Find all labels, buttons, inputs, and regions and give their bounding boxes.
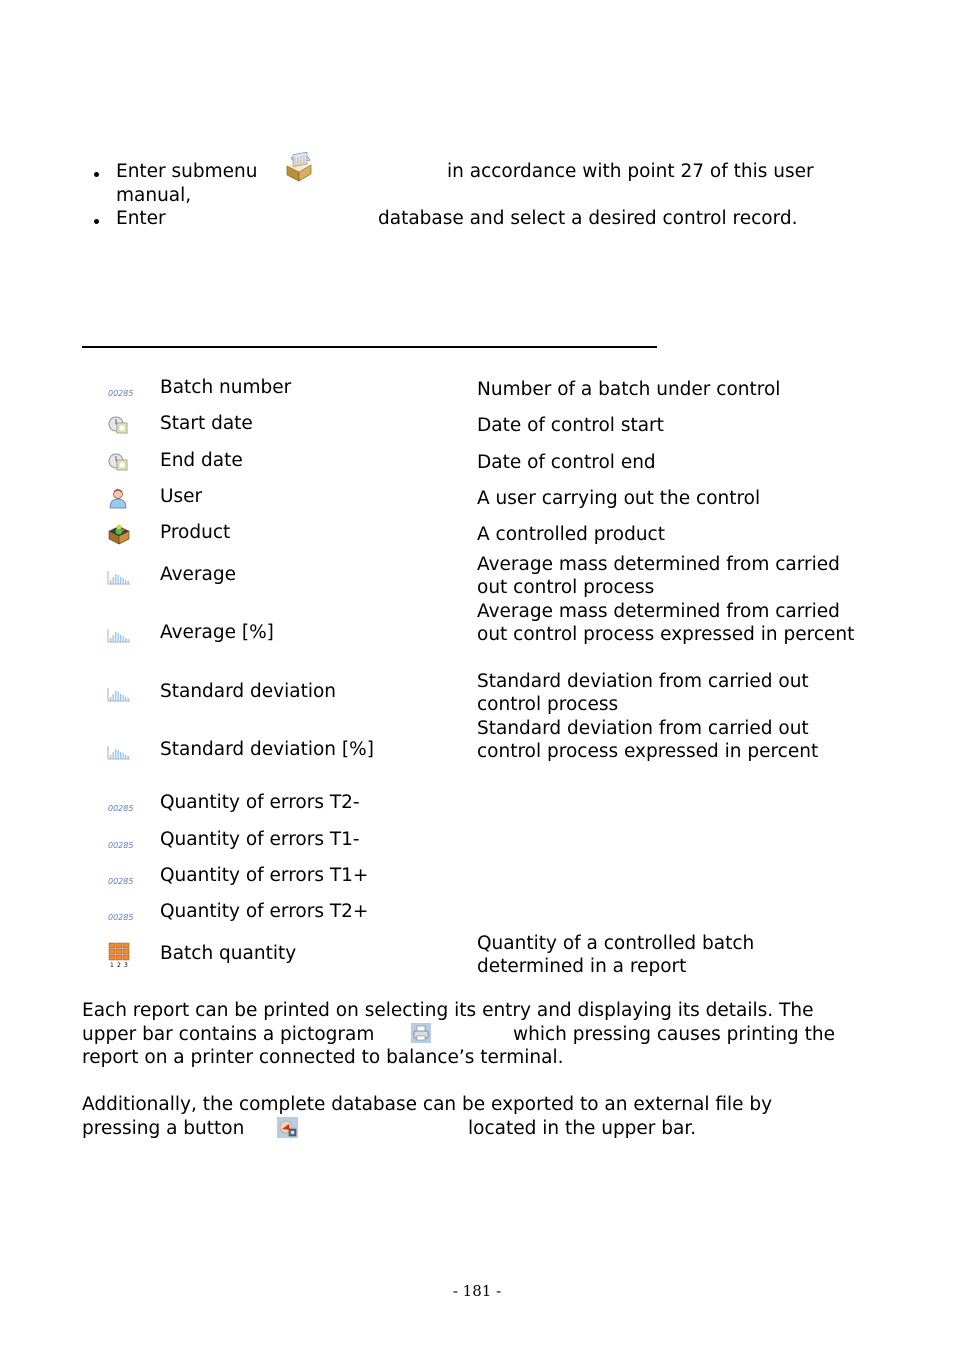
field-label: Standard deviation [160,681,337,702]
svg-text:00285: 00285 [108,389,133,398]
number-field-icon: 00285 [107,798,133,813]
field-description: Average mass determined from carried out… [477,600,855,645]
instruction-2-text-after: database and select a desired control re… [378,208,798,229]
svg-text:2: 2 [117,962,121,968]
instruction-1-continuation: manual, [116,185,192,206]
bullet-marker [94,172,99,177]
bullet-marker [94,219,99,224]
print-paragraph-line-3: report on a printer connected to balance… [82,1047,564,1068]
field-description: Number of a batch under control [477,378,781,400]
field-label: Quantity of errors T2- [160,792,360,813]
print-icon [411,1023,431,1043]
field-label: Quantity of errors T1- [160,829,360,850]
section-divider [82,346,657,348]
date-icon [107,414,129,436]
field-description: Quantity of a controlled batch determine… [477,933,755,977]
field-label: Average [%] [160,622,274,643]
field-description: Standard deviation from carried out cont… [477,717,819,762]
field-label: Batch quantity [160,943,297,964]
field-description: A controlled product [477,523,665,545]
page-number: - 181 - [452,1282,502,1300]
print-paragraph-line-2-before: upper bar contains a pictogram [82,1024,375,1045]
statistics-icon [107,569,131,585]
field-label: Standard deviation [%] [160,739,374,760]
field-label: End date [160,450,243,471]
field-label: Average [160,564,236,585]
field-label: Quantity of errors T1+ [160,865,369,886]
field-description: Date of control start [477,414,664,436]
field-description: Date of control end [477,451,656,473]
product-icon [107,523,131,545]
statistics-icon [107,744,131,760]
field-label: Product [160,522,231,543]
batch-quantity-icon: 123 [107,942,131,969]
field-label: User [160,486,203,507]
instruction-1-text-before: Enter submenu [116,161,258,182]
instruction-2-text-before: Enter [116,208,166,229]
svg-text:00285: 00285 [108,877,133,886]
svg-text:00285: 00285 [108,841,133,850]
svg-text:3: 3 [124,962,128,968]
field-description: Average mass determined from carried out… [477,554,840,598]
number-field-icon: 00285 [107,383,133,398]
field-label: Batch number [160,377,292,398]
date-icon [107,451,129,473]
export-paragraph-line-1: Additionally, the complete database can … [82,1094,773,1115]
number-field-icon: 00285 [107,835,133,850]
field-description: Standard deviation from carried out cont… [477,671,809,715]
svg-text:00285: 00285 [108,913,133,922]
print-paragraph-line-1: Each report can be printed on selecting … [82,1000,814,1021]
svg-text:1: 1 [110,962,114,968]
field-label: Start date [160,413,253,434]
number-field-icon: 00285 [107,907,133,922]
number-field-icon: 00285 [107,871,133,886]
print-paragraph-line-2-after: which pressing causes printing the [513,1024,835,1045]
statistics-icon [107,627,131,643]
instruction-1-text-after: in accordance with point 27 of this user [447,161,814,182]
field-description: A user carrying out the control [477,487,761,509]
export-paragraph-line-2-before: pressing a button [82,1118,245,1139]
field-label: Quantity of errors T2+ [160,901,369,922]
statistics-icon [107,686,131,702]
svg-text:00285: 00285 [108,804,133,813]
user-icon [107,487,129,509]
export-paragraph-line-2-after: located in the upper bar. [468,1118,697,1139]
database-box-icon [285,151,313,182]
export-icon [277,1117,298,1138]
